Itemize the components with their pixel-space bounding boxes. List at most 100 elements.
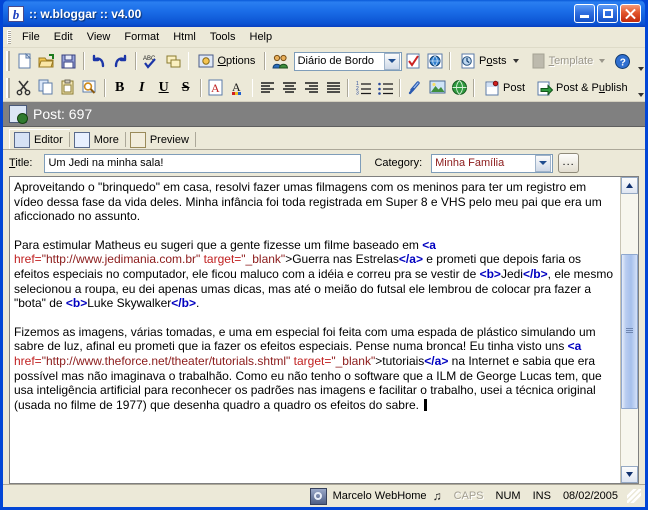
tab-editor[interactable]: Editor (9, 129, 70, 149)
scroll-up-button[interactable] (621, 177, 638, 194)
align-justify-icon (325, 81, 342, 95)
unordered-list-button[interactable] (374, 77, 396, 99)
spellcheck-button[interactable]: ABC (140, 50, 162, 72)
editor-p1-text: Aproveitando o "brinquedo" em casa, reso… (14, 180, 602, 223)
find-button[interactable] (79, 77, 101, 99)
menu-html[interactable]: Html (166, 29, 203, 45)
scroll-down-button[interactable] (621, 466, 638, 483)
toolbar-overflow-button[interactable] (633, 49, 645, 74)
post-body-text[interactable]: Aproveitando o "brinquedo" em casa, reso… (10, 177, 620, 483)
menu-view[interactable]: View (80, 29, 118, 45)
globe-icon (427, 53, 443, 69)
tab-more[interactable]: More (70, 130, 126, 149)
scissors-icon (15, 79, 32, 96)
chevron-down-icon (638, 93, 644, 97)
open-blog-button[interactable] (424, 50, 446, 72)
scroll-thumb[interactable] (621, 254, 638, 409)
menu-bar: File Edit View Format Html Tools Help (3, 27, 645, 48)
bold-button[interactable]: B (109, 77, 131, 99)
new-post-button[interactable] (13, 50, 35, 72)
menu-gripper[interactable] (7, 30, 11, 44)
p2-attr-target: target= (200, 252, 241, 266)
align-left-icon (259, 81, 276, 95)
blog-link-button[interactable] (448, 77, 470, 99)
menu-format-label: Format (124, 31, 159, 43)
blog-selector[interactable]: Diário de Bordo (294, 52, 402, 71)
close-button[interactable] (620, 4, 641, 23)
menu-help-label: Help (250, 31, 273, 43)
wrench-icon (310, 488, 327, 505)
toolbar-gripper[interactable] (6, 51, 10, 71)
post-publish-button[interactable]: Post & Publish (531, 77, 634, 99)
menu-format[interactable]: Format (117, 29, 166, 45)
resize-grip[interactable] (627, 489, 641, 503)
menu-edit[interactable]: Edit (47, 29, 80, 45)
help-button[interactable]: ? (611, 50, 633, 72)
minimize-button[interactable] (574, 4, 595, 23)
align-justify-button[interactable] (322, 77, 344, 99)
link-chain-icon (407, 79, 424, 96)
blog-account-icon-button[interactable] (269, 50, 291, 72)
b-logo-icon: b (8, 6, 24, 22)
title-input-value: Um Jedi na minha sala! (48, 157, 163, 169)
toolbar-gripper[interactable] (6, 78, 10, 98)
post-body-editor[interactable]: Aproveitando o "brinquedo" em casa, reso… (9, 176, 639, 484)
maximize-button[interactable] (597, 4, 618, 23)
menu-tools[interactable]: Tools (203, 29, 243, 45)
toolbar-separator (347, 79, 349, 97)
chevron-down-icon[interactable] (599, 59, 605, 63)
copy-button[interactable] (35, 77, 57, 99)
ordered-list-button[interactable]: 123 (352, 77, 374, 99)
tab-editor-label: Editor (34, 134, 63, 146)
clipboard-paste-icon (59, 79, 76, 96)
post-button[interactable]: Post (478, 77, 531, 99)
scroll-track[interactable] (621, 194, 638, 466)
p3-attr-target: target= (290, 354, 331, 368)
chevron-down-icon[interactable] (513, 59, 519, 63)
align-center-button[interactable] (278, 77, 300, 99)
template-button[interactable]: Template (525, 50, 612, 72)
checkbox-icon (405, 53, 421, 69)
insert-image-button[interactable] (426, 77, 448, 99)
editor-vertical-scrollbar[interactable] (620, 177, 639, 483)
tab-preview[interactable]: Preview (126, 130, 196, 149)
italic-button[interactable]: I (131, 77, 153, 99)
post-header-band: Post: 697 (3, 102, 645, 127)
chevron-down-icon[interactable] (535, 155, 551, 172)
custom-tags-button[interactable] (162, 50, 184, 72)
menu-file[interactable]: File (15, 29, 47, 45)
menu-tools-label: Tools (210, 31, 236, 43)
blog-selector-value: Diário de Bordo (295, 55, 384, 67)
category-browse-button[interactable]: ... (558, 153, 579, 173)
toolbar-overflow-button[interactable] (634, 75, 645, 100)
insert-link-button[interactable] (404, 77, 426, 99)
title-bar[interactable]: b :: w.bloggar :: v4.00 (3, 0, 645, 27)
strikethrough-button[interactable]: S (175, 77, 197, 99)
font-color-button[interactable]: A (227, 77, 249, 99)
save-button[interactable] (57, 50, 79, 72)
align-left-button[interactable] (256, 77, 278, 99)
title-input[interactable]: Um Jedi na minha sala! (44, 154, 361, 173)
redo-button[interactable] (110, 50, 132, 72)
chevron-down-icon[interactable] (384, 53, 400, 70)
tab-divider (195, 132, 196, 147)
cut-button[interactable] (13, 77, 35, 99)
tags-icon (165, 53, 182, 70)
category-select[interactable]: Minha Família (431, 154, 553, 173)
post-status-button[interactable] (402, 50, 424, 72)
align-right-button[interactable] (300, 77, 322, 99)
undo-button[interactable] (88, 50, 110, 72)
paste-button[interactable] (57, 77, 79, 99)
tab-preview-label: Preview (150, 134, 189, 146)
options-button[interactable]: OOptionsptions (192, 50, 261, 72)
menu-help[interactable]: Help (243, 29, 280, 45)
font-button[interactable]: A (205, 77, 227, 99)
posts-button[interactable]: Posts (454, 50, 525, 72)
open-button[interactable] (35, 50, 57, 72)
p2-text-a: Para estimular Matheus eu sugeri que a g… (14, 238, 422, 252)
underline-button[interactable]: U (153, 77, 175, 99)
p2-attr-href: href= (14, 252, 42, 266)
p2-tag-close-a: </a> (399, 252, 423, 266)
app-window: b :: w.bloggar :: v4.00 File Edit View F… (0, 0, 648, 510)
redo-arrow-icon (112, 53, 129, 70)
